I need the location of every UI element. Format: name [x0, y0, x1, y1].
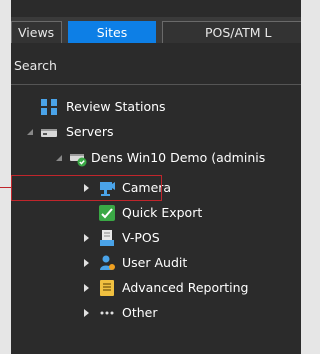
- top-strip: [11, 0, 301, 17]
- tree-item-label: V-POS: [122, 230, 160, 245]
- chevron-right-icon[interactable]: [82, 258, 92, 268]
- user-audit-icon: [100, 255, 115, 270]
- vpos-icon: [100, 230, 114, 246]
- review-stations-icon: [41, 99, 57, 115]
- tab-sites[interactable]: Sites: [68, 21, 156, 43]
- server-online-icon: [70, 154, 87, 167]
- tab-views[interactable]: Views: [11, 21, 62, 43]
- tree-item-label: Servers: [66, 124, 114, 139]
- chevron-right-icon[interactable]: [82, 308, 92, 318]
- tree-item-advanced-reporting[interactable]: Advanced Reporting: [11, 276, 301, 300]
- tree-item-label: Review Stations: [66, 99, 166, 114]
- callout-line: [0, 187, 11, 188]
- chevron-right-icon[interactable]: [82, 233, 92, 243]
- tree-item-server-node[interactable]: Dens Win10 Demo (adminis: [11, 146, 301, 170]
- advanced-reporting-icon: [100, 280, 114, 296]
- chevron-right-icon[interactable]: [82, 283, 92, 293]
- tree-item-label: Quick Export: [122, 205, 203, 220]
- tree-item-vpos[interactable]: V-POS: [11, 226, 301, 250]
- tree-item-label: Advanced Reporting: [122, 280, 249, 295]
- tree-item-quick-export[interactable]: Quick Export: [11, 201, 301, 225]
- quick-export-icon: [99, 205, 115, 221]
- search-underline: [11, 84, 301, 85]
- search-label: Search: [14, 58, 57, 73]
- search-area[interactable]: Search: [11, 43, 301, 91]
- camera-highlight-box: [11, 175, 162, 201]
- tree-item-user-audit[interactable]: User Audit: [11, 251, 301, 275]
- tree-item-label: User Audit: [122, 255, 188, 270]
- tab-pos-atm[interactable]: POS/ATM L: [162, 21, 301, 43]
- tree-item-other[interactable]: Other: [11, 301, 301, 325]
- tree-item-servers[interactable]: Servers: [11, 120, 301, 144]
- chevron-expanded-icon[interactable]: [54, 153, 64, 163]
- tab-bar: Views Sites POS/ATM L: [11, 17, 301, 43]
- server-icon: [41, 129, 57, 137]
- site-tree: Review Stations Servers Dens Win10 Demo …: [11, 91, 301, 354]
- chevron-expanded-icon[interactable]: [25, 127, 35, 137]
- tree-item-review-stations[interactable]: Review Stations: [11, 95, 301, 119]
- tree-item-label: Other: [122, 305, 158, 320]
- other-icon: [100, 311, 114, 315]
- tree-item-label: Dens Win10 Demo (adminis: [91, 150, 266, 165]
